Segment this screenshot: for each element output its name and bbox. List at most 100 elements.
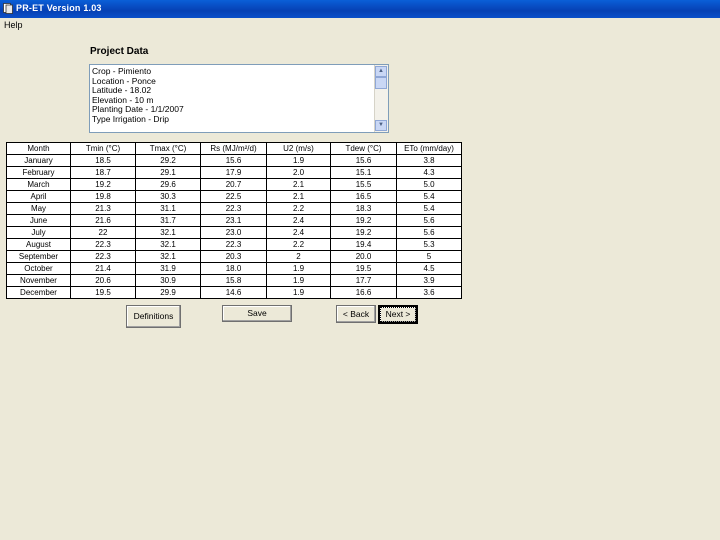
table-body: January 18.5 29.2 15.6 1.9 15.6 3.8 February 18.… [6,154,462,299]
table-cell: January [6,154,71,167]
table-row: January 18.5 29.2 15.6 1.9 15.6 3.8 [6,154,462,167]
table-cell: 1.9 [266,154,331,167]
table-cell: 15.6 [330,154,397,167]
table-cell: 2.4 [266,226,331,239]
table-cell: 23.0 [200,226,267,239]
table-cell: 5.6 [396,214,462,227]
table-cell: 16.5 [330,190,397,203]
table-cell: 15.5 [330,178,397,191]
table-cell: 19.2 [70,178,136,191]
menu-bar: Help [0,19,720,33]
table-cell: 1.9 [266,262,331,275]
table-cell: 5 [396,250,462,263]
table-cell: 20.0 [330,250,397,263]
menu-help[interactable]: Help [4,20,23,30]
table-cell: June [6,214,71,227]
title-bar: PR-ET Version 1.03 [0,0,720,18]
table-cell: 29.6 [135,178,201,191]
vertical-scrollbar[interactable]: ▲ ▼ [374,65,388,132]
table-cell: 2 [266,250,331,263]
table-cell: 19.2 [330,226,397,239]
app-icon [3,3,13,14]
project-line: Type Irrigation - Drip [92,113,169,124]
project-data-textbox[interactable]: Crop - Pimiento Location - Ponce Latitud… [89,64,389,133]
table-cell: 2.2 [266,238,331,251]
scroll-up-icon[interactable]: ▲ [375,66,387,77]
table-cell: 2.0 [266,166,331,179]
table-cell: 3.6 [396,286,462,299]
table-cell: 31.7 [135,214,201,227]
save-button[interactable]: Save [222,305,292,322]
table-row: October 21.4 31.9 18.0 1.9 19.5 4.5 [6,262,462,275]
table-cell: 2.1 [266,190,331,203]
table-cell: 20.6 [70,274,136,287]
table-row: June 21.6 31.7 23.1 2.4 19.2 5.6 [6,214,462,227]
table-row: April 19.8 30.3 22.5 2.1 16.5 5.4 [6,190,462,203]
table-cell: 30.3 [135,190,201,203]
table-cell: 5.0 [396,178,462,191]
table-cell: 5.4 [396,202,462,215]
table-cell: 21.3 [70,202,136,215]
project-data-heading: Project Data [90,46,149,57]
column-header: Tmax (°C) [135,142,201,155]
table-row: September 22.3 32.1 20.3 2 20.0 5 [6,250,462,263]
table-cell: 15.8 [200,274,267,287]
table-cell: 18.7 [70,166,136,179]
table-cell: October [6,262,71,275]
window-title: PR-ET Version 1.03 [16,3,102,13]
table-cell: 19.4 [330,238,397,251]
table-cell: 4.5 [396,262,462,275]
table-row: February 18.7 29.1 17.9 2.0 15.1 4.3 [6,166,462,179]
eto-data-table: Month Tmin (°C) Tmax (°C) Rs (MJ/m²/d) U… [6,142,462,299]
scroll-down-icon[interactable]: ▼ [375,120,387,131]
back-button[interactable]: < Back [336,305,376,323]
table-cell: 2.1 [266,178,331,191]
table-row: August 22.3 32.1 22.3 2.2 19.4 5.3 [6,238,462,251]
table-cell: 19.2 [330,214,397,227]
column-header: ETo (mm/day) [396,142,462,155]
table-cell: 5.3 [396,238,462,251]
table-cell: May [6,202,71,215]
table-row: March 19.2 29.6 20.7 2.1 15.5 5.0 [6,178,462,191]
table-cell: 5.4 [396,190,462,203]
table-cell: 14.6 [200,286,267,299]
table-cell: 32.1 [135,238,201,251]
table-cell: 2.4 [266,214,331,227]
column-header: Rs (MJ/m²/d) [200,142,267,155]
table-cell: 19.5 [70,286,136,299]
table-cell: 1.9 [266,286,331,299]
next-button[interactable]: Next > [378,305,418,324]
table-cell: April [6,190,71,203]
table-cell: 18.3 [330,202,397,215]
table-cell: 22.3 [200,202,267,215]
table-cell: July [6,226,71,239]
table-cell: 3.8 [396,154,462,167]
table-cell: 31.1 [135,202,201,215]
table-cell: August [6,238,71,251]
table-cell: February [6,166,71,179]
table-cell: 20.7 [200,178,267,191]
table-cell: 30.9 [135,274,201,287]
table-cell: December [6,286,71,299]
table-cell: 18.5 [70,154,136,167]
table-cell: September [6,250,71,263]
table-cell: 32.1 [135,226,201,239]
table-cell: 3.9 [396,274,462,287]
table-row: December 19.5 29.9 14.6 1.9 16.6 3.6 [6,286,462,299]
table-cell: 29.9 [135,286,201,299]
table-cell: 31.9 [135,262,201,275]
project-data-text: Crop - Pimiento Location - Ponce Latitud… [92,66,374,125]
definitions-button[interactable]: Definitions [126,305,181,328]
table-cell: 15.1 [330,166,397,179]
scroll-thumb[interactable] [375,77,387,89]
table-cell: 15.6 [200,154,267,167]
table-cell: 18.0 [200,262,267,275]
table-row: November 20.6 30.9 15.8 1.9 17.7 3.9 [6,274,462,287]
column-header: Month [6,142,71,155]
table-cell: 17.7 [330,274,397,287]
table-cell: 21.6 [70,214,136,227]
table-cell: 21.4 [70,262,136,275]
table-cell: 22.5 [200,190,267,203]
table-cell: 1.9 [266,274,331,287]
table-cell: 5.6 [396,226,462,239]
